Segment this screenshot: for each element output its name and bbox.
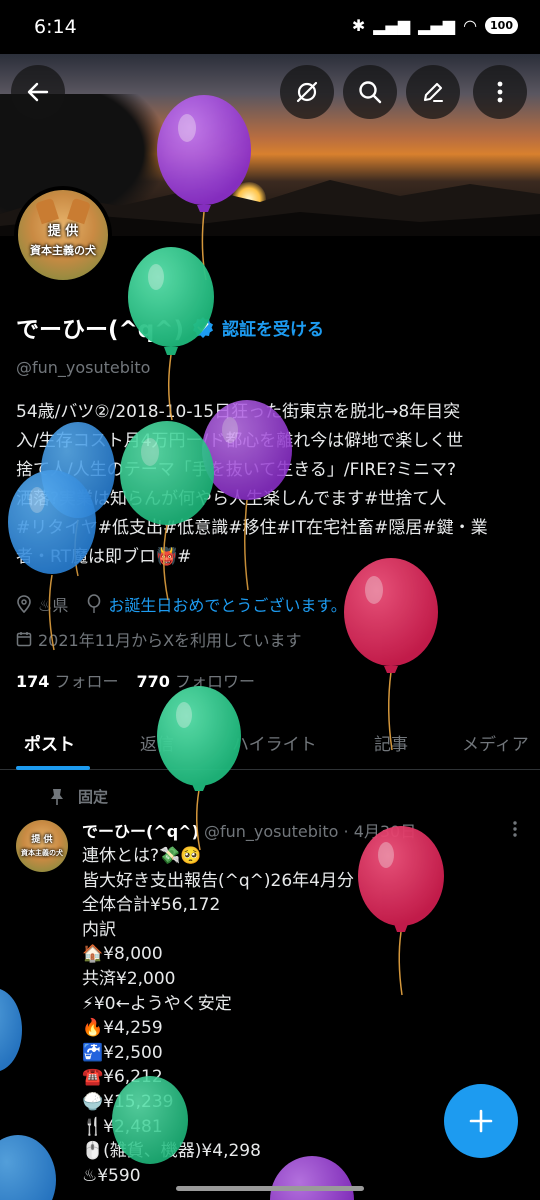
following-link[interactable]: 174 フォロー — [16, 668, 119, 692]
post-line: 🏠¥8,000 — [82, 944, 163, 965]
edit-icon — [423, 82, 444, 103]
post-more-icon[interactable] — [512, 820, 518, 838]
follow-counts: 174 フォロー 770 フォロワー — [16, 668, 255, 692]
pinned-label: 固定 — [78, 788, 109, 806]
bio-line: #リタイヤ#低支出#低意識#移住#IT在宅社畜#隠居#鍵・業 — [16, 518, 488, 538]
bio-line: 捨て人/人生のテーマ「手を抜いて生きる」/FIRE?ミニマ? — [16, 460, 456, 480]
post-line: 皆大好き支出報告(^q^)26年4月分 — [82, 870, 354, 891]
profile-handle: @fun_yosutebito — [16, 358, 151, 377]
post-line: ☎️¥6,212 — [82, 1067, 163, 1088]
post-avatar-caption-top: 提 供 — [31, 835, 53, 845]
edit-button[interactable] — [406, 65, 460, 119]
post-author-name[interactable]: でーひー(^q^) — [82, 822, 199, 841]
location-icon — [17, 595, 31, 613]
bio-line: 54歳/バツ②/2018-10-15日狂った街東京を脱北→8年目突 — [16, 402, 461, 422]
post-line: 🔥¥4,259 — [82, 1018, 163, 1039]
tab-highlights[interactable]: ハイライト — [232, 730, 317, 755]
post-line: 全体合計¥56,172 — [82, 895, 221, 916]
calendar-icon — [16, 632, 32, 647]
more-button[interactable] — [473, 65, 527, 119]
name-row: でーひー(^q^) 認証を受ける — [16, 310, 324, 344]
no-sync-button[interactable] — [280, 65, 334, 119]
status-bar: 6:14 ✱ ▂▄▆ ▂▄▆ ◠ 100 — [0, 0, 540, 54]
bio-line: 者・RT魔は即ブロ👹# — [16, 547, 192, 567]
meta-location-row: ♨県 お誕生日おめでとうございます。 — [16, 592, 347, 616]
followers-label: フォロワー — [175, 672, 256, 691]
back-arrow-icon — [27, 82, 49, 102]
post-line: 連休とは?💸🥺 — [82, 846, 202, 866]
verified-badge-icon[interactable] — [192, 316, 214, 338]
balloon-blue — [0, 988, 22, 1072]
wifi-icon: ◠ — [463, 16, 478, 35]
search-button[interactable] — [343, 65, 397, 119]
tab-media[interactable]: メディア — [462, 730, 529, 755]
bluetooth-icon: ✱ — [351, 16, 366, 35]
bio-line: 洒落?実業は知らんが何やら人生楽しんでます#世捨て人 — [16, 489, 447, 509]
birthday-link[interactable]: お誕生日おめでとうございます。 — [108, 592, 346, 616]
avatar-caption-bottom: 資本主義の犬 — [30, 244, 96, 257]
profile-bio: 54歳/バツ②/2018-10-15日狂った街東京を脱北→8年目突 入/生存コス… — [16, 398, 526, 572]
post-line: 🍚¥15,239 — [82, 1091, 174, 1112]
followers-count: 770 — [136, 672, 170, 691]
tab-posts[interactable]: ポスト — [24, 730, 75, 755]
post-avatar-caption-bottom: 資本主義の犬 — [21, 849, 63, 857]
back-button[interactable] — [11, 65, 65, 119]
bio-line: 入/生存コスト月4万円ー/ド都心を離れ今は僻地で楽しく世 — [16, 431, 464, 451]
compose-post-button[interactable] — [444, 1084, 518, 1158]
post-header: でーひー(^q^) @fun_yosutebito · 4月30日 — [82, 818, 416, 842]
plus-icon — [469, 1109, 493, 1133]
active-tab-indicator — [16, 766, 90, 770]
meta-joined-row: 2021年11月からXを利用しています — [16, 627, 302, 651]
status-icons: ✱ ▂▄▆ ▂▄▆ ◠ 100 — [352, 16, 518, 35]
post-handle-date: @fun_yosutebito · 4月30日 — [204, 822, 417, 841]
signal-icon-2: ▂▄▆ — [418, 16, 456, 35]
more-vertical-icon — [497, 81, 503, 103]
following-count: 174 — [16, 672, 50, 691]
tab-replies[interactable]: 返信 — [140, 730, 174, 755]
profile-tabs: ポスト 返信 ハイライト 記事 メディア — [0, 716, 540, 770]
status-time: 6:14 — [34, 16, 77, 38]
post-body[interactable]: 連休とは?💸🥺 皆大好き支出報告(^q^)26年4月分 全体合計¥56,172 … — [82, 844, 354, 1188]
post-line: 内訳 — [82, 919, 116, 940]
post-line: 🖱️(雑貨、機器)¥4,298 — [82, 1141, 261, 1162]
post-line: 🍴¥2,481 — [82, 1116, 163, 1137]
pin-icon — [51, 788, 63, 805]
get-verified-link[interactable]: 認証を受ける — [222, 315, 324, 340]
followers-link[interactable]: 770 フォロワー — [137, 668, 256, 692]
following-label: フォロー — [54, 672, 119, 691]
signal-icon: ▂▄▆ — [373, 16, 411, 35]
post-line: 共済¥2,000 — [82, 968, 176, 989]
profile-avatar[interactable]: 提 供 資本主義の犬 — [14, 186, 112, 284]
pinned-indicator: 固定 — [50, 786, 108, 807]
battery-indicator: 100 — [485, 17, 518, 34]
no-sync-icon — [296, 81, 318, 103]
balloon-icon — [88, 594, 101, 613]
location-text: ♨県 — [38, 596, 69, 615]
tab-articles[interactable]: 記事 — [374, 730, 408, 755]
post-avatar[interactable]: 提 供 資本主義の犬 — [16, 820, 68, 872]
display-name: でーひー(^q^) — [16, 317, 185, 343]
avatar-caption-top: 提 供 — [47, 224, 79, 239]
search-icon — [359, 81, 382, 104]
joined-text: 2021年11月からXを利用しています — [38, 631, 302, 650]
home-indicator[interactable] — [176, 1186, 364, 1191]
post-line: 🚰¥2,500 — [82, 1042, 163, 1063]
post-line: ⚡¥0←ようやく安定 — [82, 993, 232, 1014]
post-line: ♨¥590 — [82, 1165, 141, 1186]
balloon-red — [358, 826, 444, 996]
balloon-blue — [0, 1135, 56, 1200]
